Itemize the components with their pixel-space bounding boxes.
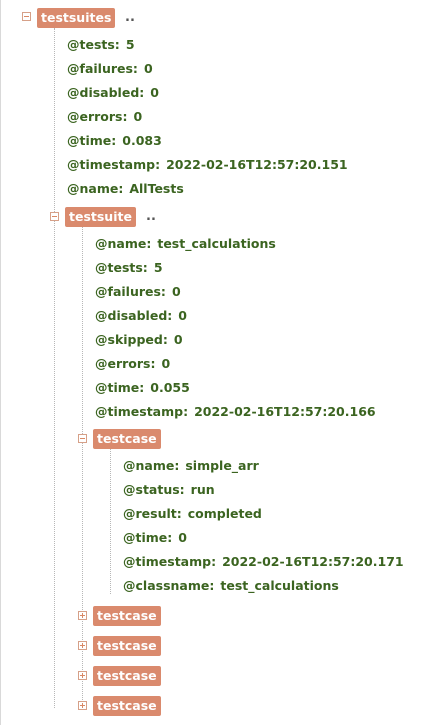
expand-toggle-testcase[interactable] <box>78 701 87 710</box>
attr-disabled: @disabled: 0 <box>67 85 159 100</box>
attr-tests: @tests: 5 <box>95 260 163 275</box>
attr-tests: @tests: 5 <box>67 37 135 52</box>
xml-tree-view: testsuites .. @tests: 5 @failures: 0 @disa… <box>0 0 421 725</box>
node-testsuite[interactable]: testsuite <box>65 207 136 227</box>
node-testsuites-ellipsis[interactable]: .. <box>125 8 135 28</box>
node-testcase-collapsed[interactable]: testcase <box>93 636 161 656</box>
attr-errors: @errors: 0 <box>67 109 143 124</box>
node-testcase-collapsed[interactable]: testcase <box>93 606 161 626</box>
attr-errors: @errors: 0 <box>95 356 171 371</box>
tree-guide-level-2 <box>82 225 83 710</box>
attr-timestamp: @timestamp: 2022-02-16T12:57:20.166 <box>95 404 376 419</box>
node-testcase-collapsed[interactable]: testcase <box>93 696 161 716</box>
collapse-toggle-testsuites[interactable] <box>22 12 31 21</box>
attr-time: @time: 0 <box>123 530 187 545</box>
attr-time: @time: 0.055 <box>95 380 190 395</box>
collapse-toggle-testcase[interactable] <box>78 434 87 443</box>
attr-skipped: @skipped: 0 <box>95 332 183 347</box>
node-testsuite-ellipsis[interactable]: .. <box>146 207 156 227</box>
expand-toggle-testcase[interactable] <box>78 671 87 680</box>
attr-time: @time: 0.083 <box>67 133 162 148</box>
attr-status: @status: run <box>123 482 215 497</box>
expand-toggle-testcase[interactable] <box>78 611 87 620</box>
expand-toggle-testcase[interactable] <box>78 641 87 650</box>
attr-timestamp: @timestamp: 2022-02-16T12:57:20.151 <box>67 157 348 172</box>
attr-classname: @classname: test_calculations <box>123 578 339 593</box>
tree-guide-level-3 <box>110 448 111 594</box>
attr-name: @name: AllTests <box>67 181 184 196</box>
node-testcase-collapsed[interactable]: testcase <box>93 666 161 686</box>
attr-name: @name: test_calculations <box>95 236 276 251</box>
tree-guide-level-1 <box>54 28 55 708</box>
attr-name: @name: simple_arr <box>123 458 259 473</box>
attr-failures: @failures: 0 <box>67 61 153 76</box>
attr-failures: @failures: 0 <box>95 284 181 299</box>
attr-timestamp: @timestamp: 2022-02-16T12:57:20.171 <box>123 554 404 569</box>
collapse-toggle-testsuite[interactable] <box>50 212 59 221</box>
attr-disabled: @disabled: 0 <box>95 308 187 323</box>
node-testsuites[interactable]: testsuites <box>37 8 116 28</box>
attr-result: @result: completed <box>123 506 262 521</box>
node-testcase[interactable]: testcase <box>93 429 161 449</box>
